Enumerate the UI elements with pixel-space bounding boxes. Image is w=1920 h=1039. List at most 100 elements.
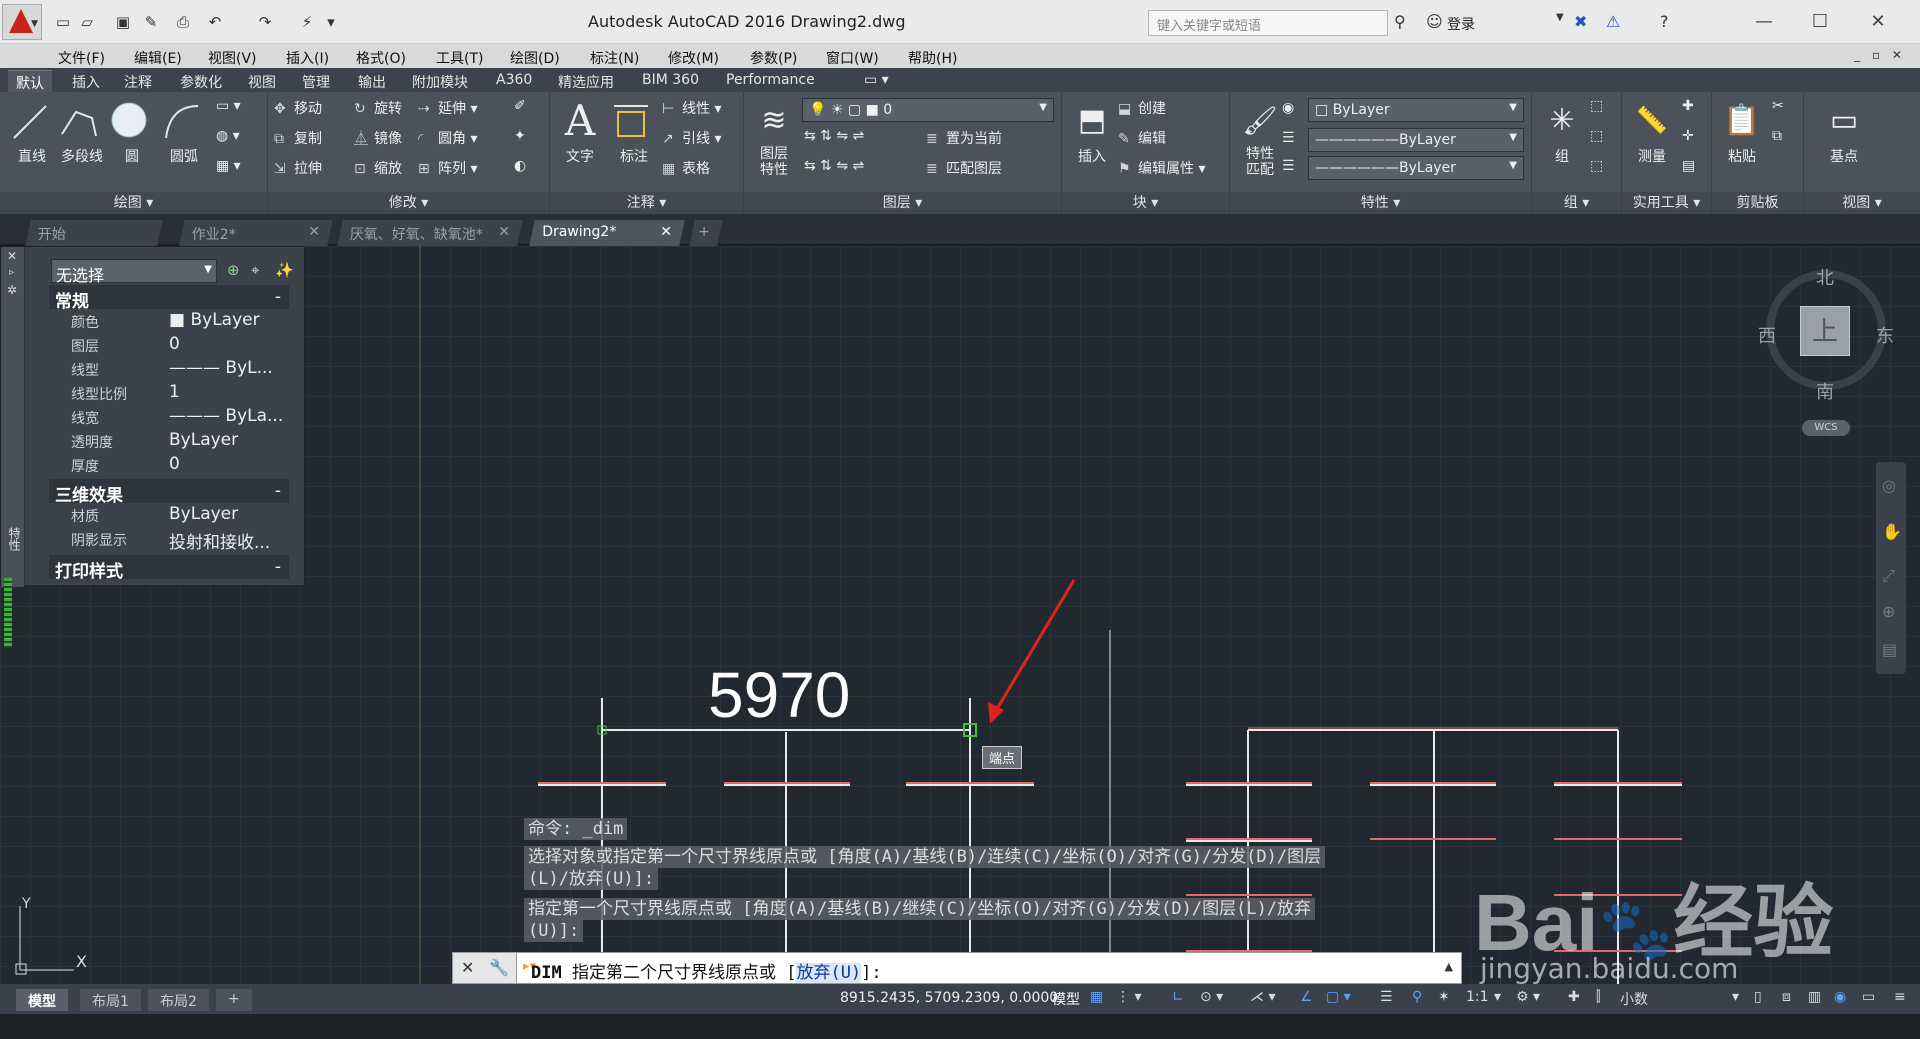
exchange-apps-icon[interactable]: ✖ bbox=[1574, 12, 1587, 31]
tab-job2[interactable]: 作业2* ✕ bbox=[179, 220, 333, 246]
zoom-extents-icon[interactable]: ⤢ bbox=[1882, 566, 1895, 586]
copy-clip-icon[interactable]: ⧉ bbox=[1772, 128, 1782, 152]
command-option-undo[interactable]: 放弃(U) bbox=[796, 963, 862, 983]
palette-options-icon[interactable]: ✲ bbox=[7, 283, 17, 297]
explode-icon[interactable]: ✦ bbox=[514, 128, 526, 152]
tab-a360[interactable]: A360 bbox=[488, 70, 540, 92]
extend-button[interactable]: ⇢ 延伸 ▾ bbox=[418, 98, 477, 122]
tab-annotate[interactable]: 注释 bbox=[116, 70, 160, 92]
tab-addins[interactable]: 附加模块 bbox=[404, 70, 476, 92]
menu-help[interactable]: 帮助(H) bbox=[908, 48, 957, 68]
section-3d-effects[interactable]: 三维效果 - bbox=[49, 479, 289, 506]
tab-start[interactable]: 开始 bbox=[25, 220, 163, 246]
tab-view[interactable]: 视图 bbox=[240, 70, 284, 92]
edit-attributes-button[interactable]: ⚑ 编辑属性 ▾ bbox=[1118, 158, 1205, 182]
scale-button[interactable]: ⊡ 缩放 bbox=[354, 158, 402, 182]
add-layout-icon[interactable]: + bbox=[216, 989, 252, 1011]
annotation-scale[interactable]: 1:1 bbox=[1466, 989, 1489, 1005]
binoculars-icon[interactable]: ⚲ bbox=[1394, 12, 1406, 31]
group-select-icon[interactable]: ⬚ bbox=[1590, 158, 1603, 182]
circle-button[interactable]: 圆 bbox=[106, 98, 158, 178]
layer-dropdown[interactable]: 💡 ☀ ▢ ■ 0 ▼ bbox=[802, 98, 1054, 122]
search-input[interactable]: 键入关键字或短语 bbox=[1148, 10, 1388, 36]
isolate-objects-icon[interactable]: ▥ bbox=[1808, 989, 1821, 1005]
tab-drawing2[interactable]: Drawing2* ✕ bbox=[529, 220, 685, 246]
rectangle-icon[interactable]: ▭ ▾ bbox=[216, 98, 241, 122]
close-command-icon[interactable]: ✕ bbox=[461, 958, 474, 977]
fillet-button[interactable]: ◜ 圆角 ▾ bbox=[418, 128, 477, 152]
groups-panel-title[interactable]: 组 ▾ bbox=[1532, 192, 1621, 214]
osnap-tracking-icon[interactable]: ∠ bbox=[1300, 989, 1313, 1005]
offset-icon[interactable]: ◐ bbox=[514, 158, 526, 182]
hardware-acceleration-icon[interactable]: ◉ bbox=[1834, 989, 1846, 1005]
id-point-icon[interactable]: ✚ bbox=[1682, 98, 1694, 122]
clean-screen-icon[interactable]: ▭ bbox=[1862, 989, 1875, 1005]
rotate-button[interactable]: ↻ 旋转 bbox=[354, 98, 402, 122]
customization-icon[interactable]: ≡ bbox=[1894, 989, 1906, 1005]
tab-bim360[interactable]: BIM 360 bbox=[634, 70, 707, 92]
annotation-visibility-icon[interactable]: ⚲ bbox=[1412, 989, 1422, 1005]
help-icon[interactable]: ? bbox=[1660, 12, 1669, 31]
units-dropdown[interactable]: 小数 bbox=[1620, 989, 1648, 1009]
point-style-icon[interactable]: ✛ bbox=[1682, 128, 1694, 152]
login-dropdown-icon[interactable]: ▼ bbox=[1556, 12, 1564, 23]
match-layer-button[interactable]: ≣ 匹配图层 bbox=[926, 158, 1002, 182]
polar-icon[interactable]: ⊙ ▾ bbox=[1200, 989, 1223, 1005]
compass-east[interactable]: 东 bbox=[1876, 322, 1894, 348]
layer-tools-row2[interactable]: ⇆ ⇅ ⇋ ⇌ bbox=[804, 158, 864, 182]
table-button[interactable]: ▦ 表格 bbox=[662, 158, 710, 182]
prop-row-thickness[interactable]: 厚度 0 bbox=[49, 453, 289, 477]
create-block-button[interactable]: ⬓ 创建 bbox=[1118, 98, 1166, 122]
quick-properties-icon[interactable]: ▯ bbox=[1754, 989, 1762, 1005]
tab-insert[interactable]: 插入 bbox=[64, 70, 108, 92]
select-objects-icon[interactable]: ⌖ bbox=[251, 261, 259, 279]
draw-panel-title[interactable]: 绘图 ▾ bbox=[0, 192, 267, 214]
lineweight-toggle-icon[interactable]: ☰ bbox=[1380, 989, 1393, 1005]
text-button[interactable]: A 文字 bbox=[554, 98, 606, 178]
polyline-button[interactable]: 多段线 bbox=[56, 98, 108, 178]
utilities-panel-title[interactable]: 实用工具 ▾ bbox=[1622, 192, 1711, 214]
menu-edit[interactable]: 编辑(E) bbox=[134, 48, 182, 68]
quick-select-icon[interactable]: ✨ bbox=[275, 261, 294, 279]
tab-parametric[interactable]: 参数化 bbox=[172, 70, 230, 92]
menu-format[interactable]: 格式(O) bbox=[356, 48, 406, 68]
wcs-menu[interactable]: WCS bbox=[1802, 420, 1850, 436]
tab-layout1[interactable]: 布局1 bbox=[80, 989, 141, 1011]
move-button[interactable]: ✥ 移动 bbox=[274, 98, 322, 122]
menu-window[interactable]: 窗口(W) bbox=[826, 48, 879, 68]
command-line[interactable]: ✕ 🔧 ▸▾ DIM 指定第二个尺寸界线原点或 [放弃(U)]: ▲ bbox=[452, 952, 1462, 984]
ribbon-minimize-icon[interactable]: ▭ ▾ bbox=[856, 70, 897, 92]
block-panel-title[interactable]: 块 ▾ bbox=[1062, 192, 1229, 214]
steering-wheel-icon[interactable]: ◎ bbox=[1882, 476, 1896, 495]
login-button[interactable]: 登录 bbox=[1447, 14, 1475, 34]
quick-access-dropdown-icon[interactable]: ▾ bbox=[320, 12, 342, 32]
tab-output[interactable]: 输出 bbox=[350, 70, 394, 92]
section-general[interactable]: 常规 - bbox=[49, 285, 289, 312]
scale-dropdown-icon[interactable]: ▾ bbox=[1494, 989, 1501, 1005]
view-panel-title[interactable]: 视图 ▾ bbox=[1804, 192, 1920, 214]
properties-panel-title[interactable]: 特性 ▾ bbox=[1230, 192, 1531, 214]
close-tab-icon[interactable]: ✕ bbox=[308, 224, 320, 240]
linetype-dropdown[interactable]: ——————ByLayer ▼ bbox=[1308, 128, 1524, 152]
grid-icon[interactable]: ▦ bbox=[1090, 989, 1103, 1005]
mirror-button[interactable]: ⏅ 镜像 bbox=[354, 128, 402, 152]
open-file-icon[interactable]: ▱ bbox=[76, 12, 98, 32]
application-menu-button[interactable]: ▼ bbox=[2, 4, 42, 40]
stretch-button[interactable]: ⇲ 拉伸 bbox=[274, 158, 322, 182]
ortho-icon[interactable]: ∟ bbox=[1172, 989, 1184, 1005]
compass-north[interactable]: 北 bbox=[1816, 264, 1834, 290]
measure-button[interactable]: 📏 测量 bbox=[1626, 98, 1678, 178]
hatch-icon[interactable]: ◍ ▾ bbox=[216, 128, 240, 152]
layers-panel-title[interactable]: 图层 ▾ bbox=[744, 192, 1061, 214]
menu-file[interactable]: 文件(F) bbox=[58, 48, 105, 68]
dimension-text[interactable]: 5970 bbox=[708, 658, 850, 732]
array-button[interactable]: ⊞ 阵列 ▾ bbox=[418, 158, 477, 182]
save-as-icon[interactable]: ✎ bbox=[140, 12, 162, 32]
prop-row-ltscale[interactable]: 线型比例 1 bbox=[49, 381, 289, 405]
lock-ui-icon[interactable]: ⧈ bbox=[1782, 989, 1791, 1005]
viewcube-face[interactable]: 上 bbox=[1800, 306, 1850, 356]
command-history-toggle-icon[interactable]: ▲ bbox=[1445, 960, 1453, 973]
tab-tanks[interactable]: 厌氧、好氧、缺氧池* ✕ bbox=[337, 220, 523, 246]
selection-dropdown[interactable]: 无选择 ▼ bbox=[51, 259, 217, 285]
prop-row-color[interactable]: 颜色 ■ ByLayer bbox=[49, 309, 289, 333]
